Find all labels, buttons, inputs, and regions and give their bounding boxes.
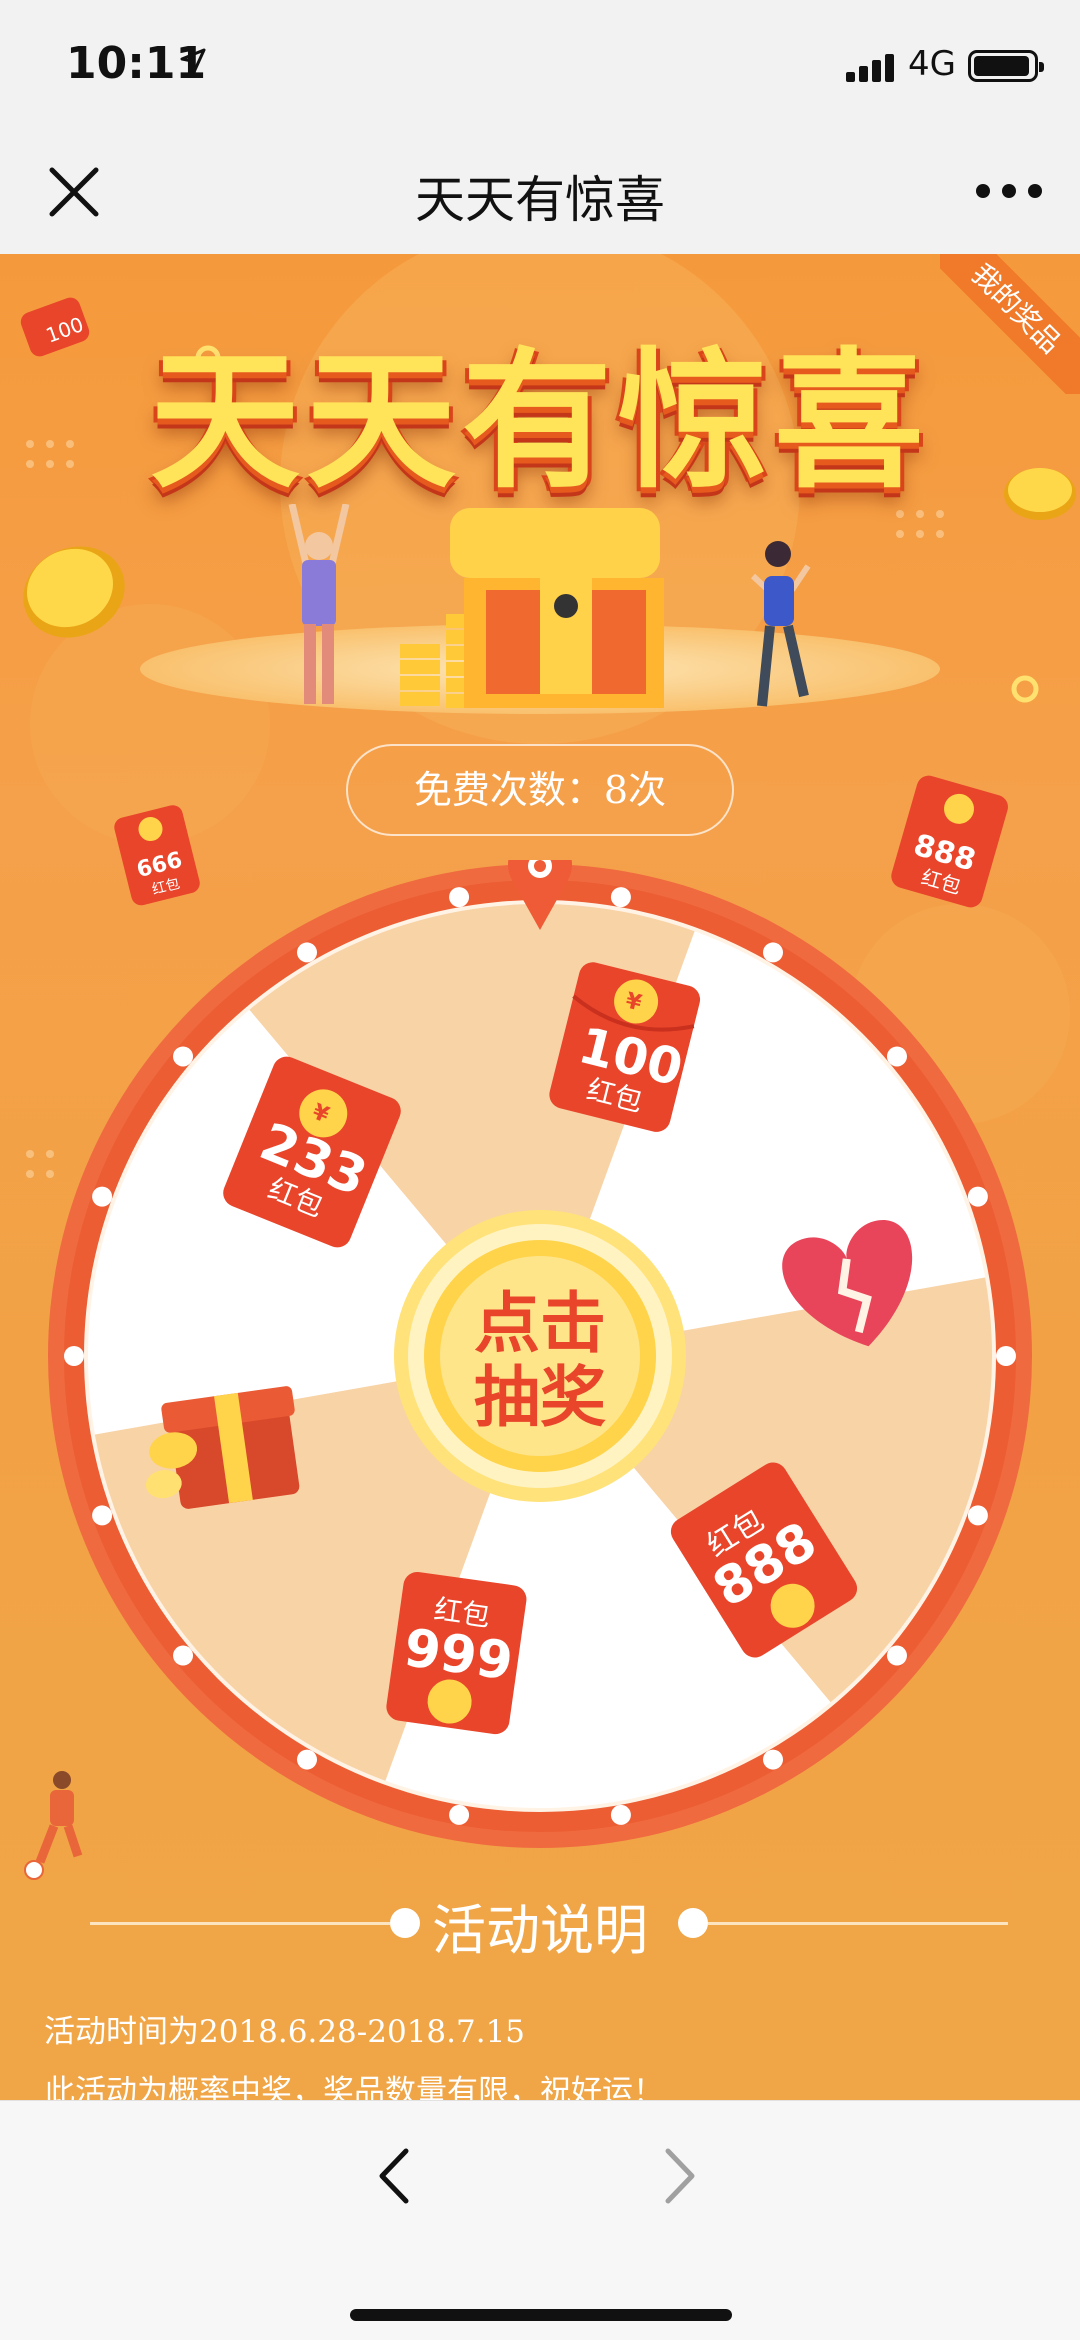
rim-light — [763, 1749, 783, 1770]
rim-light — [886, 1046, 907, 1067]
treasure-chest-icon — [400, 508, 664, 708]
rim-light — [886, 1645, 907, 1666]
draw-button[interactable]: 点击 抽奖 — [394, 1210, 686, 1502]
gold-coin-icon — [1011, 675, 1039, 703]
rule-text: 此活动为概率中奖，奖品数量有限，祝好运！ — [44, 2074, 664, 2100]
rim-light — [967, 1186, 988, 1207]
rim-light — [449, 887, 470, 908]
banner-title: 天天有惊喜 — [149, 335, 930, 509]
rim-light — [610, 1804, 631, 1825]
lottery-page: 100 天天有惊喜 我的奖品 免费次数：8次 666 红包 888 红包 ¥ 1… — [0, 254, 1080, 2100]
network-type: 4G — [908, 44, 956, 84]
gold-coin-icon — [23, 546, 125, 638]
rim-light — [996, 1346, 1016, 1366]
draw-button-label-2[interactable]: 抽奖 — [474, 1359, 606, 1436]
rim-light — [173, 1645, 194, 1666]
browser-toolbar — [0, 2100, 1080, 2340]
divider-right — [708, 1922, 1008, 1925]
rim-light — [173, 1046, 194, 1067]
my-prizes-link[interactable]: 我的奖品 — [940, 254, 1080, 394]
draw-button-label-1[interactable]: 点击 — [474, 1285, 606, 1362]
free-draw-count: 免费次数：8次 — [346, 744, 734, 836]
rim-light — [92, 1186, 113, 1207]
home-indicator — [350, 2309, 732, 2321]
page-title: 天天有惊喜 — [415, 171, 665, 229]
prize-wheel[interactable]: ¥ 100 红包 红包 888 红包 999 ¥ 233 红包 点击 抽奖 — [44, 860, 1036, 1852]
my-prizes-corner[interactable]: 我的奖品 — [940, 254, 1080, 394]
prize-999-red-packet: 红包 999 — [386, 1571, 527, 1735]
battery-icon — [968, 50, 1044, 82]
forward-arrow-icon[interactable] — [660, 2145, 700, 2207]
rim-light — [610, 887, 631, 908]
back-arrow-icon[interactable] — [374, 2145, 414, 2207]
rim-light — [763, 942, 783, 963]
rim-light — [967, 1505, 988, 1526]
location-arrow-icon — [180, 48, 206, 74]
signal-icon — [846, 52, 898, 82]
more-icon[interactable] — [976, 184, 1046, 200]
rim-light — [449, 1804, 470, 1825]
status-bar: 10:11 4G — [0, 0, 1080, 132]
rim-light — [64, 1346, 84, 1366]
activity-description-title: 活动说明 — [432, 1899, 648, 1962]
nav-bar: 天天有惊喜 — [0, 132, 1080, 255]
footballer-illustration — [24, 1771, 83, 1880]
rim-light — [297, 1749, 317, 1770]
rim-light — [297, 942, 317, 963]
cheering-woman-illustration — [750, 541, 811, 707]
rule-text: 活动时间为2018.6.28-2018.7.15 — [44, 2014, 526, 2050]
divider-dot-right — [678, 1908, 708, 1938]
rim-light — [92, 1505, 113, 1526]
cheering-man-illustration — [288, 504, 350, 704]
